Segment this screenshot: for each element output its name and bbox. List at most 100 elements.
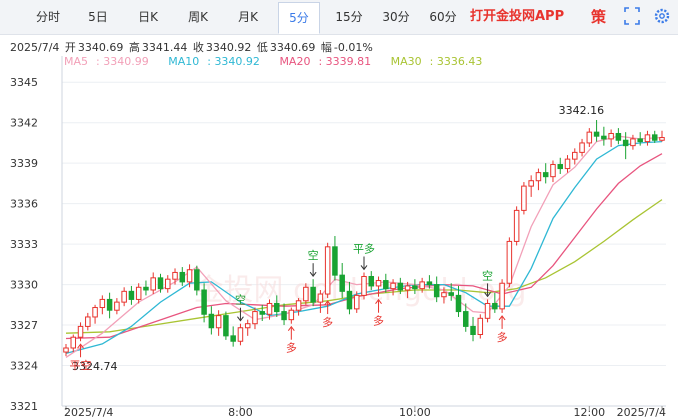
low-price-label: 3324.74 [72,360,118,373]
tab-15分[interactable]: 15分 [328,0,370,34]
fullscreen-icon[interactable] [622,0,642,34]
legend-ma5: MA5: 3340.99 [64,55,149,68]
candle-body [433,284,440,298]
candle-body [252,311,258,325]
candle-body [659,137,665,141]
candle-body [194,269,200,291]
candle-body [295,300,302,311]
candle-body [114,301,120,311]
y-tick-label: 3339 [10,157,38,170]
signal-label-buy: 多 [286,341,297,355]
candle-body [513,209,520,242]
candle-body [615,132,622,141]
signal-label-buy: 多 [322,315,333,329]
y-tick-label: 3324 [10,360,38,373]
signal-arrowhead-sell [484,292,491,298]
x-tick-label: 8:00 [228,406,253,419]
y-tick-label: 3330 [10,279,38,292]
y-tick-label: 3327 [10,319,38,332]
candle-body [528,180,534,187]
candle-body [230,335,236,342]
candle-body [135,286,142,300]
signal-label-buy: 平空 [70,358,92,372]
candle-body [644,134,651,143]
candle-body [412,285,418,290]
candle-body [630,138,636,147]
signal-arrowhead-buy [324,300,332,306]
ma5-line [65,135,663,358]
candle-body [70,336,77,349]
y-tick-label: 3321 [10,400,38,413]
candle-body [157,277,164,290]
tab-30分[interactable]: 30分 [375,0,417,34]
candle-body [143,286,149,291]
x-tick-label: 2025/7/4 [617,406,666,419]
candle-body [463,311,469,327]
candle-body [208,313,215,329]
candle-body [572,151,578,160]
signal-arrowhead-buy [77,343,84,349]
candle-body [259,311,265,315]
candle-body [586,131,593,144]
ma-legend: MA5: 3340.99 MA10: 3340.92 MA20: 3339.81… [64,55,498,68]
candle-body [484,302,491,319]
candle-body [375,280,382,287]
candle-body [303,286,309,302]
tab-日K[interactable]: 日K [128,0,168,34]
info-open-label: 开 [64,41,76,54]
info-close-label: 收 [192,41,204,54]
candle-body [281,311,287,321]
x-tick-label: 2025/7/4 [64,406,113,419]
candle-body [63,347,69,353]
candle-body [332,246,338,276]
tab-5分[interactable]: 5分 [278,2,320,34]
info-date: 2025/7/4 [10,41,60,54]
signal-arrowhead-sell [360,265,368,271]
candle-body [419,281,425,290]
app-link[interactable]: 打开金投网APP [470,0,564,34]
tab-周K[interactable]: 周K [178,0,218,34]
candle-body [201,289,207,315]
candle-body [601,135,607,140]
candle-body [179,271,186,283]
candle-body [186,269,193,283]
candle-body [608,132,614,140]
candle-body [121,290,127,303]
candle-body [557,164,563,170]
watermark-text: 金投网 gold.cngold.org [194,273,527,308]
candle-body [244,323,251,329]
candle-body [237,327,244,342]
candle-body [223,315,229,337]
candle-body [441,292,447,298]
y-tick-label: 3336 [10,198,38,211]
legend-ma20: MA20: 3339.81 [279,55,372,68]
candle-body [651,134,658,141]
ma10-line [65,140,663,355]
signal-arrowhead-sell [309,271,317,278]
tab-月K[interactable]: 月K [228,0,268,34]
candle-body [455,294,462,313]
signal-label-buy: 多 [373,314,384,328]
candle-body [368,275,375,287]
strategy-icon[interactable]: 策 [591,0,606,34]
candle-body [470,325,476,336]
candle-body [535,172,542,182]
high-price-label: 3342.16 [559,104,605,117]
tab-60分[interactable]: 60分 [422,0,464,34]
period-tabs: 分时 5日 日K 周K 月K 5分 15分 30分 60分 [0,0,678,35]
ma20-line [65,153,663,340]
candle-body [506,240,513,284]
candle-body [637,138,643,143]
tab-分时[interactable]: 分时 [28,0,68,34]
candle-body [172,271,178,280]
candle-body [150,277,156,291]
info-change: -0.01% [333,41,373,54]
signal-label-sell: 空 [482,268,493,282]
candle-body [85,316,91,327]
signal-label-buy: 多 [497,330,508,344]
candle-body [499,282,505,310]
signal-arrowhead-buy [287,325,295,332]
tab-5日[interactable]: 5日 [78,0,118,34]
info-low-label: 低 [256,41,268,54]
settings-icon[interactable] [652,0,672,34]
